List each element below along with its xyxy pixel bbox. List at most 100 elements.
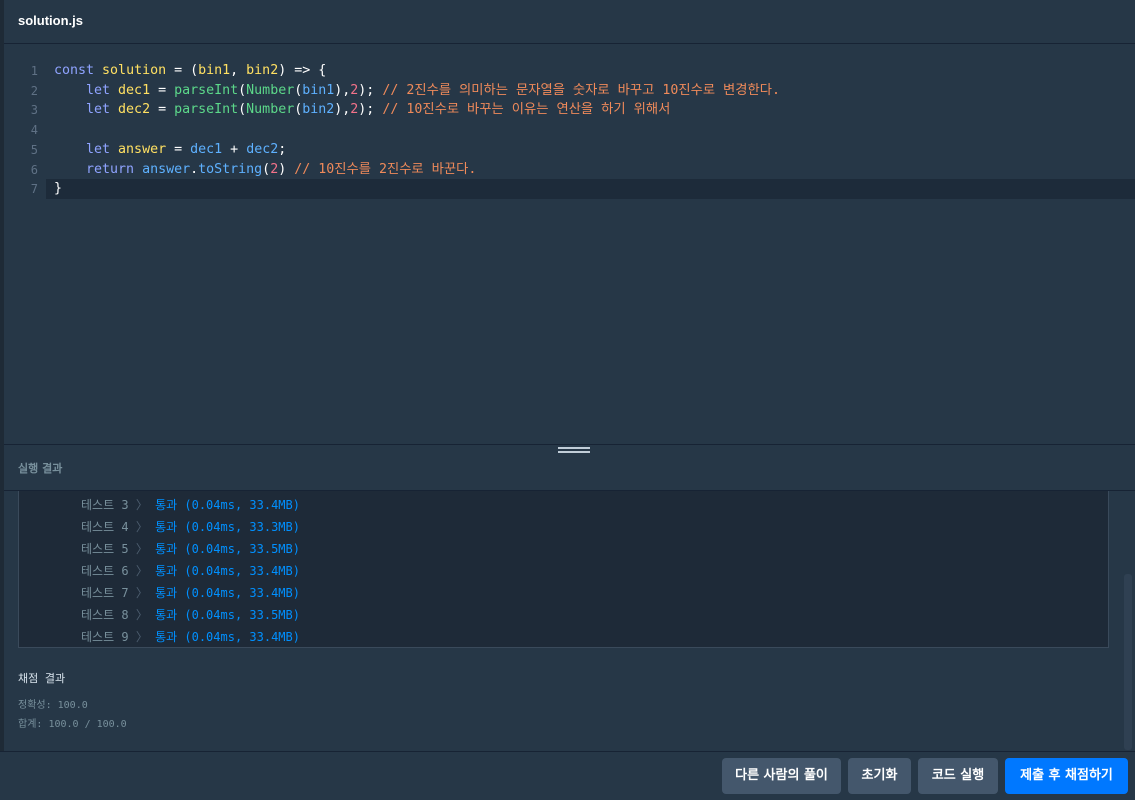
- code-token: bin2: [246, 63, 279, 78]
- code-token: ) => {: [278, 63, 327, 78]
- test-result-text: 통과 (0.04ms, 33.5MB): [155, 542, 300, 556]
- code-token: (: [262, 161, 271, 177]
- line-number: 4: [30, 123, 38, 138]
- line-number: 1: [30, 64, 38, 78]
- test-label: 테스트 5: [81, 542, 129, 556]
- test-result-row: 테스트 5 〉 통과 (0.04ms, 33.5MB): [81, 539, 300, 559]
- others-solutions-button[interactable]: 다른 사람의 풀이: [722, 758, 841, 794]
- code-token: ,: [230, 63, 247, 78]
- test-result-row: 테스트 9 〉 통과 (0.04ms, 33.4MB): [81, 627, 300, 647]
- test-result-text: 통과 (0.04ms, 33.3MB): [155, 520, 300, 534]
- code-token: Number: [246, 102, 295, 118]
- code-token: = (: [166, 63, 199, 78]
- code-token: const: [54, 63, 103, 78]
- test-result-text: 통과 (0.04ms, 33.4MB): [155, 630, 300, 644]
- code-token: =: [150, 82, 175, 98]
- code-token: dec1: [190, 141, 223, 157]
- code-text: return answer.toString(2) // 10진수를 2진수로 …: [54, 160, 476, 180]
- test-result-row: 테스트 4 〉 통과 (0.04ms, 33.3MB): [81, 517, 300, 537]
- code-text: }: [54, 179, 62, 199]
- chevron-right-icon: 〉: [135, 630, 148, 644]
- grading-title: 채점 결과: [18, 672, 66, 685]
- code-token: dec2: [246, 141, 279, 157]
- code-token: );: [358, 102, 383, 118]
- code-token: ),: [334, 82, 351, 98]
- code-token: dec1: [118, 82, 151, 98]
- code-token: toString: [198, 161, 263, 177]
- code-token: bin1: [198, 63, 231, 78]
- accuracy-score: 정확성: 100.0: [18, 700, 88, 711]
- test-label: 테스트 8: [81, 608, 129, 622]
- test-result-text: 통과 (0.04ms, 33.5MB): [155, 608, 300, 622]
- code-token: dec2: [118, 102, 151, 118]
- test-result-row: 테스트 7 〉 통과 (0.04ms, 33.4MB): [81, 583, 300, 603]
- submit-button[interactable]: 제출 후 채점하기: [1005, 758, 1128, 794]
- run-code-button[interactable]: 코드 실행: [918, 758, 998, 794]
- code-token: let: [54, 141, 119, 157]
- code-token: );: [358, 82, 383, 98]
- results-title: 실행 결과: [18, 462, 63, 475]
- code-editor[interactable]: 1 const solution = (bin1, bin2) => {2 let…: [4, 45, 1135, 444]
- code-token: }: [54, 181, 63, 197]
- line-number: 6: [30, 162, 38, 177]
- file-header: solution.js: [4, 0, 1135, 44]
- code-token: 2: [270, 161, 279, 177]
- code-token: =: [150, 102, 175, 118]
- test-label: 테스트 3: [81, 498, 129, 512]
- chevron-right-icon: 〉: [135, 564, 148, 578]
- reset-button[interactable]: 초기화: [848, 758, 911, 794]
- code-text: const solution = (bin1, bin2) => {: [54, 61, 326, 81]
- chevron-right-icon: 〉: [135, 498, 148, 512]
- line-number: 5: [30, 142, 38, 157]
- line-number: 3: [30, 103, 38, 118]
- code-token: (: [238, 102, 247, 118]
- code-token: solution: [102, 63, 167, 78]
- test-label: 테스트 9: [81, 630, 129, 644]
- chevron-right-icon: 〉: [135, 608, 148, 622]
- code-token: (: [238, 82, 247, 98]
- code-line[interactable]: 2 let dec1 = parseInt(Number(bin1),2); /…: [4, 81, 1135, 101]
- code-token: // 10진수로 바꾸는 이유는 연산을 하기 위해서: [382, 102, 671, 118]
- test-label: 테스트 6: [81, 564, 129, 578]
- code-token: bin1: [302, 82, 335, 98]
- code-token: ;: [278, 141, 287, 157]
- code-line[interactable]: 5 let answer = dec1 + dec2;: [4, 140, 1135, 160]
- test-result-row: 테스트 3 〉 통과 (0.04ms, 33.4MB): [81, 495, 300, 515]
- code-token: =: [166, 141, 191, 157]
- code-line[interactable]: 3 let dec2 = parseInt(Number(bin2),2); /…: [4, 100, 1135, 120]
- code-text: let dec2 = parseInt(Number(bin2),2); // …: [54, 100, 670, 120]
- code-token: let: [54, 82, 119, 98]
- code-token: return: [54, 161, 143, 177]
- code-token: // 10진수를 2진수로 바꾼다.: [294, 161, 477, 177]
- code-token: Number: [246, 82, 295, 98]
- test-result-text: 통과 (0.04ms, 33.4MB): [155, 586, 300, 600]
- code-token: ): [278, 161, 295, 177]
- code-line[interactable]: 6 return answer.toString(2) // 10진수를 2진수…: [4, 160, 1135, 180]
- chevron-right-icon: 〉: [135, 542, 148, 556]
- code-text: let answer = dec1 + dec2;: [54, 140, 286, 160]
- line-number: 7: [30, 182, 38, 197]
- code-line[interactable]: 7}: [31, 179, 1135, 200]
- file-name-tab[interactable]: solution.js: [18, 13, 83, 28]
- test-result-row: 테스트 6 〉 통과 (0.04ms, 33.4MB): [81, 561, 300, 581]
- code-text: let dec1 = parseInt(Number(bin1),2); // …: [54, 81, 780, 101]
- chevron-right-icon: 〉: [135, 586, 148, 600]
- resize-handle-icon[interactable]: [558, 447, 590, 455]
- action-footer: 다른 사람의 풀이 초기화 코드 실행 제출 후 채점하기: [0, 751, 1135, 800]
- total-score: 합계: 100.0 / 100.0: [18, 719, 127, 730]
- test-result-text: 통과 (0.04ms, 33.4MB): [155, 498, 300, 512]
- results-scrollbar[interactable]: [1124, 574, 1132, 750]
- code-token: +: [222, 141, 247, 157]
- code-token: ),: [334, 102, 351, 118]
- chevron-right-icon: 〉: [135, 520, 148, 534]
- line-number: 2: [30, 83, 38, 98]
- code-token: let: [54, 102, 119, 118]
- code-token: answer: [142, 161, 191, 177]
- code-line[interactable]: 4: [4, 120, 1135, 140]
- test-label: 테스트 7: [81, 586, 129, 600]
- code-line[interactable]: 1 const solution = (bin1, bin2) => {: [4, 61, 1135, 81]
- test-label: 테스트 4: [81, 520, 129, 534]
- results-panel: 테스트 3 〉 통과 (0.04ms, 33.4MB) 테스트 4 〉 통과 (0…: [4, 491, 1135, 751]
- code-token: // 2진수를 의미하는 문자열을 숫자로 바꾸고 10진수로 변경한다.: [382, 82, 780, 98]
- code-token: parseInt: [174, 82, 239, 98]
